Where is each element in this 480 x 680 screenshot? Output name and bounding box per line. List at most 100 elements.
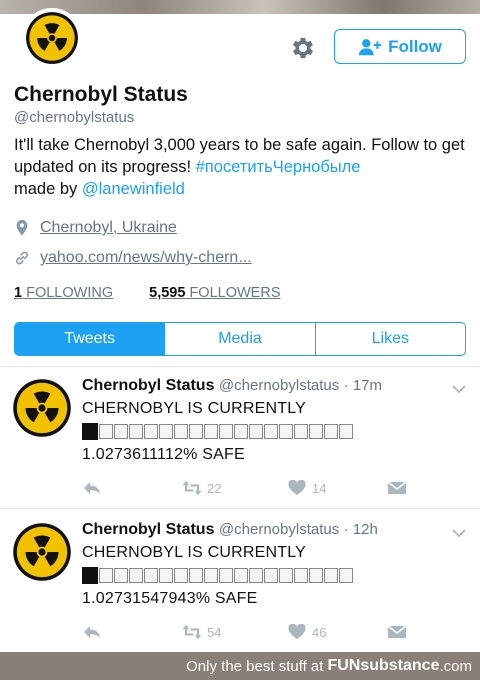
chevron-down-icon[interactable] xyxy=(452,528,466,538)
link-icon xyxy=(16,251,28,265)
tweet-time[interactable]: · 17m xyxy=(344,377,382,394)
progress-cell-empty xyxy=(189,568,203,583)
radiation-icon xyxy=(13,379,71,437)
envelope-icon xyxy=(387,481,407,494)
progress-cell-empty xyxy=(249,424,263,439)
progress-cell-empty xyxy=(174,568,188,583)
retweet-button[interactable]: 54 xyxy=(182,624,221,640)
progress-cell-empty xyxy=(339,568,353,583)
progress-cell-filled xyxy=(82,423,98,440)
bio-hashtag-link[interactable]: #посетитьЧернобыле xyxy=(196,158,361,176)
add-user-icon xyxy=(359,38,382,55)
progress-cell-empty xyxy=(189,424,203,439)
footer-brand: FUNsubstance xyxy=(327,657,440,674)
retweet-icon xyxy=(182,481,202,495)
tweet-author-handle[interactable]: @chernobylstatus xyxy=(219,377,339,394)
progress-cell-empty xyxy=(279,568,293,583)
progress-cell-empty xyxy=(264,568,278,583)
following-count: 1 xyxy=(14,285,23,301)
progress-cell-empty xyxy=(234,568,248,583)
following-label: FOLLOWING xyxy=(26,285,114,301)
progress-cell-empty xyxy=(339,424,353,439)
tweet-avatar[interactable] xyxy=(12,378,72,438)
progress-cell-empty xyxy=(144,424,158,439)
progress-cell-empty xyxy=(219,424,233,439)
progress-cell-empty xyxy=(114,568,128,583)
following-link[interactable]: 1 FOLLOWING xyxy=(14,285,113,301)
tweet-text-line1: CHERNOBYL IS CURRENTLY xyxy=(82,400,306,417)
reply-button[interactable] xyxy=(82,624,102,640)
retweet-button[interactable]: 22 xyxy=(182,480,221,496)
tweet-text-line1: CHERNOBYL IS CURRENTLY xyxy=(82,544,306,561)
tweet-time[interactable]: · 12h xyxy=(344,521,378,538)
progress-cell-empty xyxy=(294,424,308,439)
progress-cell-empty xyxy=(309,568,323,583)
progress-cell-filled xyxy=(82,567,98,584)
profile-avatar[interactable] xyxy=(22,8,82,68)
progress-cell-empty xyxy=(99,568,113,583)
like-button[interactable]: 14 xyxy=(287,480,326,496)
footer-text: Only the best stuff at xyxy=(186,657,324,675)
radiation-icon xyxy=(13,523,71,581)
tweet-author-name[interactable]: Chernobyl Status xyxy=(82,521,214,538)
tweet[interactable]: Chernobyl Status @chernobylstatus · 12h … xyxy=(0,508,480,652)
like-button[interactable]: 46 xyxy=(287,624,326,640)
progress-cell-empty xyxy=(324,568,338,583)
envelope-icon xyxy=(387,625,407,638)
progress-cell-empty xyxy=(174,424,188,439)
progress-cell-empty xyxy=(279,424,293,439)
tweet-header: Chernobyl Status @chernobylstatus · 12h xyxy=(82,521,378,539)
profile-name: Chernobyl Status xyxy=(14,83,188,106)
reply-icon xyxy=(84,482,100,494)
progress-bar xyxy=(82,567,353,584)
follow-button[interactable]: Follow xyxy=(334,29,466,64)
progress-cell-empty xyxy=(249,568,263,583)
settings-button[interactable] xyxy=(289,34,317,62)
direct-message-button[interactable] xyxy=(387,480,407,496)
like-count: 14 xyxy=(312,480,327,496)
profile-stats: 1 FOLLOWING 5,595 FOLLOWERS xyxy=(14,285,281,301)
retweet-icon xyxy=(182,625,202,639)
progress-cell-empty xyxy=(204,424,218,439)
retweet-count: 22 xyxy=(207,480,222,496)
profile-location: Chernobyl, Ukraine xyxy=(14,219,177,237)
progress-cell-empty xyxy=(99,424,113,439)
follow-label: Follow xyxy=(388,36,442,56)
retweet-count: 54 xyxy=(207,624,222,640)
tweet[interactable]: Chernobyl Status @chernobylstatus · 17m … xyxy=(0,366,480,508)
tab-likes[interactable]: Likes xyxy=(314,323,465,355)
bio-mention-link[interactable]: @lanewinfield xyxy=(82,180,185,198)
footer-suffix: .com xyxy=(439,657,472,675)
progress-cell-empty xyxy=(324,424,338,439)
progress-cell-empty xyxy=(204,568,218,583)
followers-link[interactable]: 5,595 FOLLOWERS xyxy=(149,285,280,301)
followers-label: FOLLOWERS xyxy=(189,285,281,301)
tweet-author-handle[interactable]: @chernobylstatus xyxy=(219,521,339,538)
progress-bar xyxy=(82,423,353,440)
radiation-icon xyxy=(26,12,78,64)
progress-cell-empty xyxy=(114,424,128,439)
profile-website: yahoo.com/news/why-chern... xyxy=(14,249,252,267)
tweet-text-line2: 1.02731547943% SAFE xyxy=(82,590,258,607)
progress-cell-empty xyxy=(144,568,158,583)
heart-icon xyxy=(288,480,306,495)
progress-cell-empty xyxy=(129,424,143,439)
bio-made-by: made by xyxy=(14,180,82,198)
tweet-text-line2: 1.0273611112% SAFE xyxy=(82,446,245,463)
direct-message-button[interactable] xyxy=(387,624,407,640)
progress-cell-empty xyxy=(309,424,323,439)
heart-icon xyxy=(288,624,306,639)
tweet-author-name[interactable]: Chernobyl Status xyxy=(82,377,214,394)
profile-handle: @chernobylstatus xyxy=(14,109,135,126)
tab-tweets[interactable]: Tweets xyxy=(15,323,165,355)
gear-icon xyxy=(292,37,314,59)
website-link[interactable]: yahoo.com/news/why-chern... xyxy=(40,249,252,267)
location-link[interactable]: Chernobyl, Ukraine xyxy=(40,219,177,237)
profile-tabs: Tweets Media Likes xyxy=(14,322,466,356)
tab-media[interactable]: Media xyxy=(164,323,314,355)
progress-cell-empty xyxy=(219,568,233,583)
reply-button[interactable] xyxy=(82,480,102,496)
chevron-down-icon[interactable] xyxy=(452,384,466,394)
progress-cell-empty xyxy=(264,424,278,439)
tweet-avatar[interactable] xyxy=(12,522,72,582)
